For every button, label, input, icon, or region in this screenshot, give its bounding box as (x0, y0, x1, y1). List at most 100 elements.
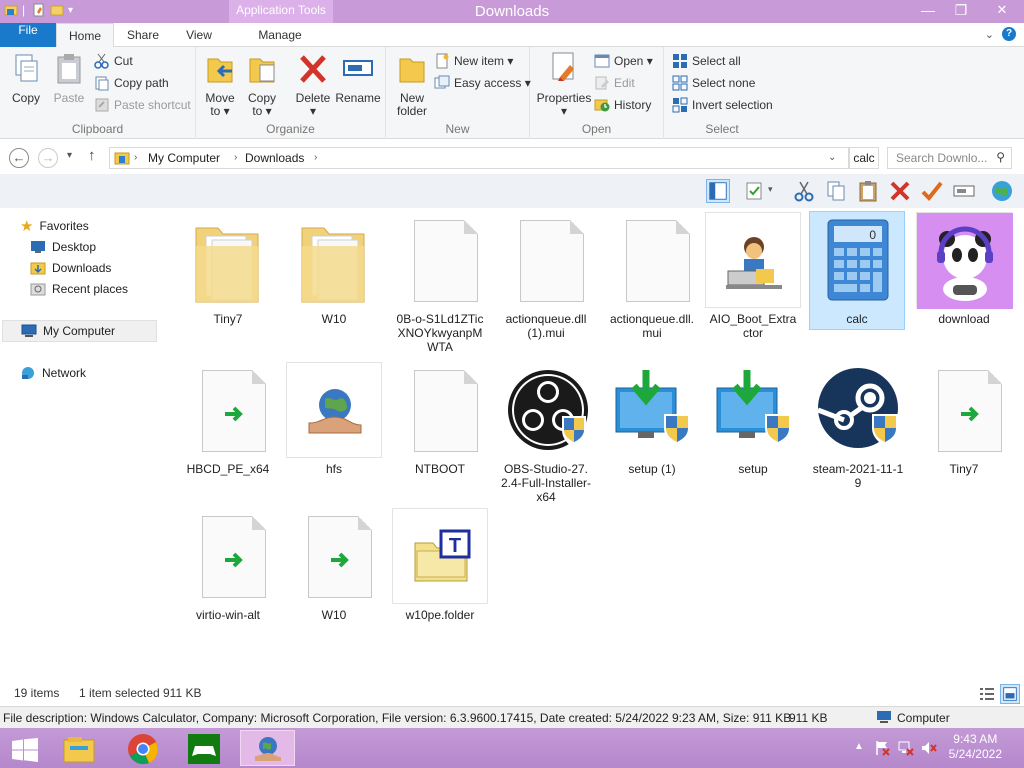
up-button[interactable]: ↑ (88, 147, 96, 164)
file-item[interactable]: setup (705, 362, 801, 479)
tab-view[interactable]: View (176, 23, 222, 47)
invert-selection-button[interactable]: Invert selection (672, 96, 773, 114)
new-folder-icon[interactable] (50, 3, 64, 17)
thumbnail-graphic (414, 220, 478, 302)
copy-button[interactable]: Copy (6, 51, 46, 105)
file-item[interactable]: setup (1) (604, 362, 700, 479)
close-button[interactable]: ✕ (980, 0, 1024, 20)
easy-access-button[interactable]: Easy access ▾ (434, 74, 531, 92)
details-view-icon[interactable] (978, 685, 996, 703)
file-item[interactable]: Tw10pe.folder (392, 508, 488, 625)
tab-share[interactable]: Share (118, 23, 168, 47)
search-input[interactable]: Search Downlo... ⚲ (887, 147, 1012, 169)
file-item[interactable]: 0 calc (809, 211, 905, 330)
open-button[interactable]: Open ▾ (594, 52, 653, 70)
file-item[interactable]: 0B-o-S1Ld1ZTicXNOYkwyanpMWTA (392, 212, 488, 357)
tab-manage[interactable]: Manage (246, 23, 314, 47)
breadcrumb-my-computer[interactable]: My Computer (148, 151, 220, 165)
file-item[interactable]: actionqueue.dll.mui (604, 212, 700, 343)
address-bar[interactable]: › My Computer › Downloads › ⌄ (109, 147, 849, 169)
minimize-button[interactable]: — (912, 0, 944, 20)
file-item[interactable]: OBS-Studio-27.2.4-Full-Installer-x64 (498, 362, 594, 507)
file-item[interactable]: download (916, 212, 1013, 329)
restore-button[interactable]: ❐ (945, 0, 977, 20)
file-item[interactable]: HBCD_PE_x64 (180, 362, 276, 479)
copy-path-button[interactable]: Copy path (94, 74, 169, 92)
folder-app-icon[interactable] (4, 3, 18, 17)
group-label-organize: Organize (266, 122, 315, 136)
tab-home[interactable]: Home (56, 23, 114, 48)
start-button[interactable] (0, 730, 48, 766)
address-folder-icon (114, 152, 130, 165)
nav-network[interactable]: Network (20, 363, 86, 383)
back-button[interactable]: ← (9, 148, 29, 168)
nav-my-computer[interactable]: My Computer (2, 320, 157, 342)
volume-muted-icon[interactable] (921, 740, 937, 756)
tab-file[interactable]: File (0, 23, 56, 47)
paste-button[interactable]: Paste (50, 51, 88, 105)
system-clock[interactable]: 9:43 AM 5/24/2022 (949, 732, 1002, 762)
copy-to-button[interactable]: Copy to ▾ (244, 51, 280, 118)
large-icons-view-icon[interactable] (1000, 684, 1020, 704)
properties-button[interactable]: Properties ▾ (536, 51, 592, 118)
action-center-flag-icon[interactable] (874, 740, 890, 756)
file-item[interactable]: Tiny7 (180, 212, 276, 329)
qat-dropdown-icon[interactable]: ▾ (68, 5, 73, 16)
cut-icon[interactable] (792, 179, 816, 203)
taskbar-file-explorer[interactable] (52, 730, 107, 766)
history-button[interactable]: History (594, 96, 651, 114)
easy-access-label: Easy access ▾ (454, 76, 531, 90)
nav-favorites[interactable]: ★ Favorites (20, 216, 89, 236)
thumbnail-graphic (917, 213, 1013, 309)
file-item[interactable]: W10 (286, 212, 382, 329)
check-list-icon[interactable] (744, 179, 768, 203)
taskbar-chrome[interactable] (116, 730, 171, 766)
edit-button[interactable]: Edit (594, 74, 635, 92)
checkmark-icon[interactable] (920, 179, 944, 203)
select-none-button[interactable]: Select none (672, 74, 755, 92)
paste-icon[interactable] (856, 179, 880, 203)
taskbar-hfs[interactable] (240, 730, 295, 766)
refresh-button[interactable]: calc (849, 147, 879, 169)
rename-icon[interactable] (952, 179, 976, 203)
ribbon-collapse-icon[interactable]: ⌄ (985, 28, 994, 41)
nav-recent-places-label: Recent places (52, 282, 129, 296)
file-item[interactable]: AIO_Boot_Extractor (705, 212, 801, 343)
delete-button[interactable]: Delete ▾ (292, 51, 334, 118)
nav-recent-places[interactable]: Recent places (30, 279, 128, 299)
copy-icon[interactable] (824, 179, 848, 203)
file-name: calc (846, 312, 868, 326)
new-item-button[interactable]: New item ▾ (434, 52, 513, 70)
new-folder-button[interactable]: New folder (392, 51, 432, 118)
address-dropdown-icon[interactable]: ⌄ (828, 152, 836, 163)
show-hidden-icons-icon[interactable]: ▲ (854, 741, 864, 752)
move-to-button[interactable]: Move to ▾ (202, 51, 238, 118)
forward-button[interactable]: → (38, 148, 58, 168)
clock-time: 9:43 AM (953, 732, 998, 746)
file-item[interactable]: hfs (286, 362, 382, 479)
globe-icon[interactable] (990, 179, 1014, 203)
file-item[interactable]: steam-2021-11-19 (810, 362, 906, 493)
delete-icon[interactable] (888, 179, 912, 203)
paste-shortcut-button[interactable]: Paste shortcut (94, 96, 191, 114)
file-item[interactable]: W10 (286, 508, 382, 625)
file-item[interactable]: Tiny7 (916, 362, 1012, 479)
help-icon[interactable]: ? (1002, 27, 1016, 41)
rename-button[interactable]: Rename (334, 51, 382, 105)
taskbar-xbox[interactable] (178, 730, 233, 766)
details-location: Computer (897, 711, 950, 725)
select-all-button[interactable]: Select all (672, 52, 741, 70)
toolbar-dropdown-icon[interactable]: ▾ (768, 184, 773, 195)
file-item[interactable]: virtio-win-alt (180, 508, 276, 625)
file-item[interactable]: NTBOOT (392, 362, 488, 479)
file-item[interactable]: actionqueue.dll (1).mui (498, 212, 594, 343)
nav-downloads[interactable]: Downloads (30, 258, 111, 278)
network-status-icon[interactable] (898, 740, 914, 756)
svg-text:0: 0 (869, 228, 876, 242)
nav-desktop[interactable]: Desktop (30, 237, 96, 257)
breadcrumb-downloads[interactable]: Downloads (245, 151, 304, 165)
recent-locations-icon[interactable]: ▾ (67, 150, 72, 161)
properties-icon[interactable] (32, 3, 46, 17)
cut-button[interactable]: Cut (94, 52, 133, 70)
preview-pane-icon[interactable] (706, 179, 730, 203)
